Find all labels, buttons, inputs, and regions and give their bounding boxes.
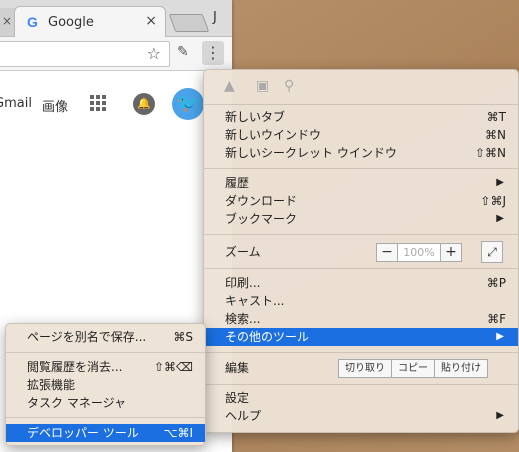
toolbar: ☆ ✎ ⋮ <box>0 37 232 71</box>
chrome-menu-button[interactable]: ⋮ <box>202 41 224 65</box>
menu-item-bookmarks[interactable]: ブックマーク ▶ <box>204 210 518 228</box>
menu-item-shortcut: ⇧⌘J <box>480 194 506 208</box>
close-icon[interactable]: × <box>145 13 157 29</box>
extension-icon[interactable]: ▣ <box>256 78 269 94</box>
google-header-bar: Gmail 画像 🔔 🐦 <box>0 86 232 122</box>
menu-item-label: ヘルプ <box>225 409 262 423</box>
submenu-arrow-icon: ▶ <box>496 177 504 188</box>
menu-item-settings[interactable]: 設定 <box>204 389 518 407</box>
menu-item-shortcut: ⌘S <box>173 330 193 344</box>
profile-button[interactable]: J <box>213 10 217 25</box>
notifications-bell-icon[interactable]: 🔔 <box>133 93 155 115</box>
menu-item-label: 設定 <box>225 391 250 405</box>
menu-separator <box>204 104 518 105</box>
menu-item-shortcut: ⌘F <box>487 312 506 326</box>
menu-item-label: デベロッパー ツール <box>27 426 139 440</box>
menu-item-label: 検索... <box>225 312 261 326</box>
menu-separator <box>6 352 205 353</box>
menu-separator <box>204 234 518 235</box>
menu-item-label: 編集 <box>225 361 250 375</box>
submenu-item-extensions[interactable]: 拡張機能 <box>6 376 205 394</box>
menu-item-label: 閲覧履歴を消去... <box>27 360 123 374</box>
bookmark-star-icon[interactable]: ☆ <box>147 44 161 63</box>
menu-item-label: 新しいシークレット ウインドウ <box>225 146 397 160</box>
menu-separator <box>204 268 518 269</box>
menu-item-label: ダウンロード <box>225 194 298 208</box>
submenu-arrow-icon: ▶ <box>496 331 504 342</box>
zoom-in-button[interactable]: + <box>440 243 462 262</box>
submenu-arrow-icon: ▶ <box>496 410 504 421</box>
menu-item-downloads[interactable]: ダウンロード ⇧⌘J <box>204 192 518 210</box>
menu-item-label: タスク マネージャ <box>27 396 126 410</box>
menu-separator <box>204 352 518 353</box>
menu-item-label: ページを別名で保存... <box>27 330 147 344</box>
menu-item-find[interactable]: 検索... ⌘F <box>204 310 518 328</box>
menu-item-shortcut: ⇧⌘N <box>474 146 506 160</box>
more-tools-submenu: ページを別名で保存... ⌘S 閲覧履歴を消去... ⇧⌘⌫ 拡張機能 タスク … <box>5 323 206 446</box>
menu-item-help[interactable]: ヘルプ ▶ <box>204 407 518 425</box>
menu-item-label: 拡張機能 <box>27 378 76 392</box>
menu-separator <box>204 384 518 385</box>
menu-item-shortcut: ⌘P <box>486 276 506 290</box>
zoom-controls: − 100% + <box>376 243 462 262</box>
tab-strip: × G Google × J <box>0 0 232 37</box>
menu-item-shortcut: ⇧⌘⌫ <box>153 360 193 374</box>
submenu-arrow-icon: ▶ <box>496 213 504 224</box>
chrome-main-menu: ▲ ▣ ⚲ 新しいタブ ⌘T 新しいウインドウ ⌘N 新しいシークレット ウイン… <box>203 69 519 433</box>
menu-item-shortcut: ⌘T <box>486 110 506 124</box>
menu-item-more-tools[interactable]: その他のツール ▶ <box>204 328 518 346</box>
menu-item-cast[interactable]: キャスト... <box>204 292 518 310</box>
menu-item-new-window[interactable]: 新しいウインドウ ⌘N <box>204 126 518 144</box>
menu-item-shortcut: ⌥⌘I <box>163 426 193 440</box>
menu-separator <box>6 417 205 418</box>
menu-item-label: その他のツール <box>225 330 310 344</box>
menu-item-label: ブックマーク <box>225 212 298 226</box>
address-bar[interactable]: ☆ <box>0 41 170 67</box>
menu-item-label: 新しいウインドウ <box>225 128 322 142</box>
menu-separator <box>204 168 518 169</box>
zoom-out-button[interactable]: − <box>376 243 398 262</box>
zoom-level: 100% <box>398 243 440 262</box>
menu-item-label: 新しいタブ <box>225 110 286 124</box>
magnifier-extension-icon[interactable]: ⚲ <box>284 78 294 94</box>
drive-extension-icon[interactable]: ▲ <box>224 78 235 94</box>
apps-grid-icon[interactable] <box>90 95 106 111</box>
images-link[interactable]: 画像 <box>42 96 68 115</box>
menu-item-history[interactable]: 履歴 ▶ <box>204 174 518 192</box>
cut-button[interactable]: 切り取り <box>338 359 392 378</box>
menu-item-print[interactable]: 印刷... ⌘P <box>204 274 518 292</box>
submenu-item-developer-tools[interactable]: デベロッパー ツール ⌥⌘I <box>6 424 205 442</box>
paste-button[interactable]: 貼り付け <box>435 359 488 378</box>
submenu-item-save-page-as[interactable]: ページを別名で保存... ⌘S <box>6 328 205 346</box>
kebab-menu-icon: ⋮ <box>205 43 221 62</box>
google-favicon-icon: G <box>27 14 38 30</box>
tab-google[interactable]: G Google × <box>14 6 166 37</box>
gmail-link[interactable]: Gmail <box>0 96 32 111</box>
close-icon[interactable]: × <box>2 14 12 28</box>
account-avatar-twitter-icon[interactable]: 🐦 <box>172 88 204 120</box>
copy-button[interactable]: コピー <box>392 359 435 378</box>
edit-controls: 切り取り コピー 貼り付け <box>338 359 488 378</box>
new-tab-button[interactable] <box>168 14 210 32</box>
fullscreen-button[interactable]: ⤢ <box>481 241 503 263</box>
menu-item-new-incognito-window[interactable]: 新しいシークレット ウインドウ ⇧⌘N <box>204 144 518 162</box>
menu-item-new-tab[interactable]: 新しいタブ ⌘T <box>204 108 518 126</box>
menu-item-label: 履歴 <box>225 176 250 190</box>
submenu-item-clear-browsing-data[interactable]: 閲覧履歴を消去... ⇧⌘⌫ <box>6 358 205 376</box>
submenu-item-task-manager[interactable]: タスク マネージャ <box>6 394 205 412</box>
tab-title: Google <box>48 15 94 30</box>
menu-item-label: キャスト... <box>225 294 285 308</box>
eyedropper-extension-icon[interactable]: ✎ <box>177 44 189 60</box>
menu-item-label: ズーム <box>225 245 261 259</box>
menu-item-label: 印刷... <box>225 276 261 290</box>
menu-item-shortcut: ⌘N <box>485 128 506 142</box>
menu-item-zoom: ズーム <box>204 243 518 261</box>
